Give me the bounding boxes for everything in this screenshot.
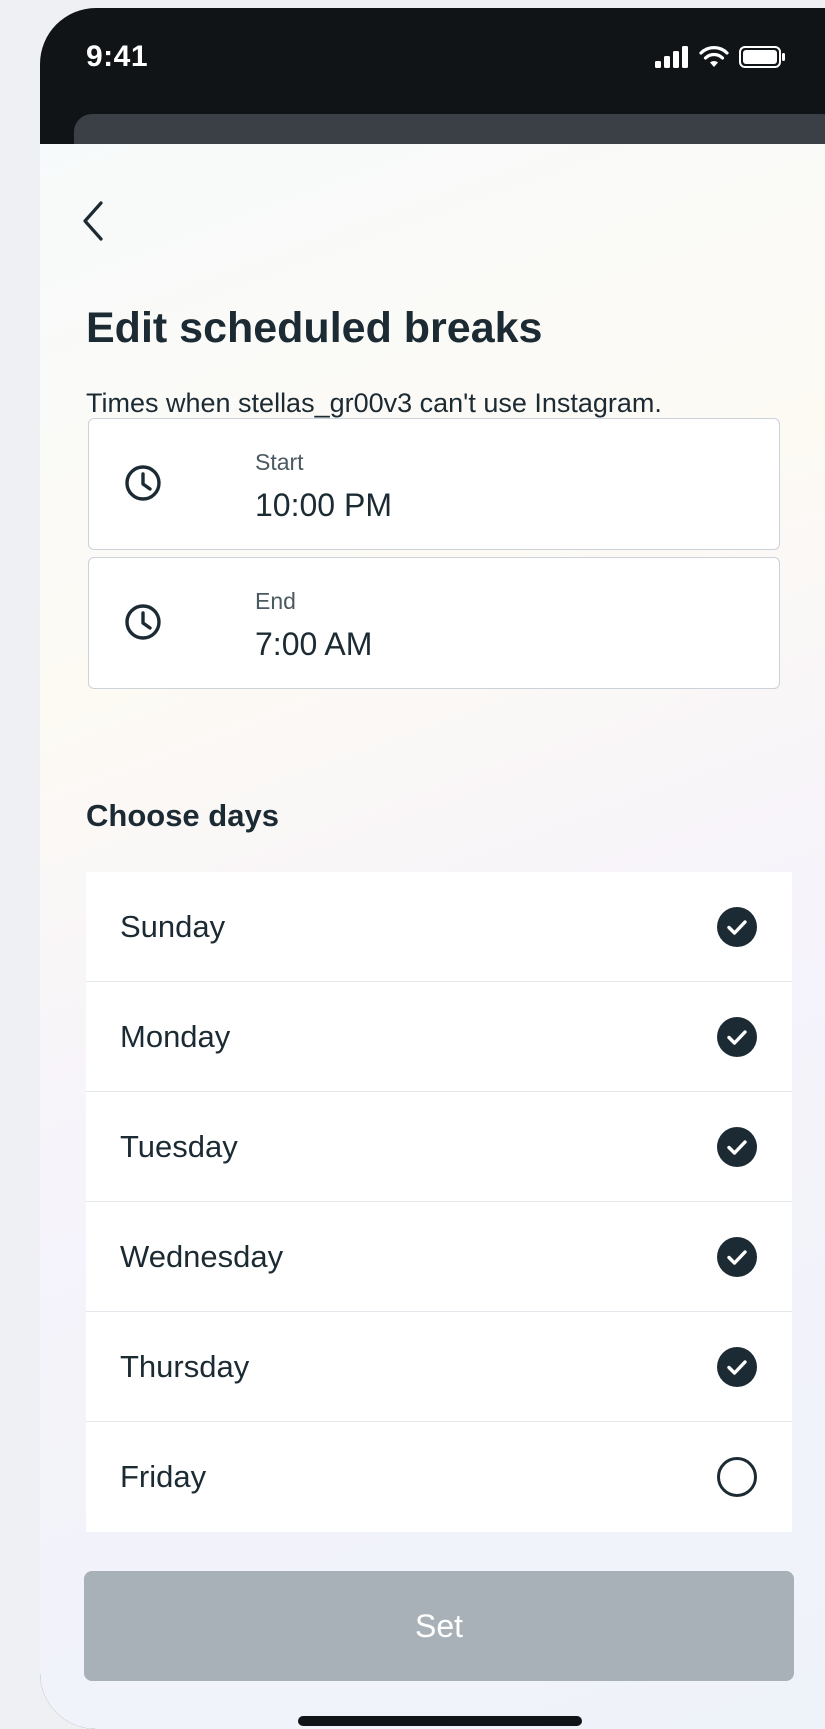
day-label: Tuesday (120, 1128, 238, 1164)
day-row-thursday[interactable]: Thursday (86, 1312, 792, 1422)
status-time: 9:41 (86, 40, 149, 73)
battery-icon (739, 46, 785, 68)
phone-frame: 9:41 Edit scheduled breaks Times when st… (40, 8, 825, 1729)
checkmark-circle-filled-icon[interactable] (716, 1236, 758, 1278)
end-time-value: 7:00 AM (255, 626, 373, 662)
home-indicator (298, 1716, 582, 1726)
end-time-field[interactable]: End 7:00 AM (88, 557, 780, 689)
status-icons (655, 46, 785, 68)
day-row-tuesday[interactable]: Tuesday (86, 1092, 792, 1202)
day-row-friday[interactable]: Friday (86, 1422, 792, 1532)
checkmark-circle-filled-icon[interactable] (716, 1346, 758, 1388)
day-label: Monday (120, 1018, 231, 1054)
checkmark-circle-filled-icon[interactable] (716, 1016, 758, 1058)
day-label: Thursday (120, 1348, 250, 1384)
start-time-field[interactable]: Start 10:00 PM (88, 418, 780, 550)
status-bar: 9:41 (40, 8, 825, 108)
set-button[interactable]: Set (84, 1571, 794, 1681)
day-label: Sunday (120, 908, 226, 944)
day-row-sunday[interactable]: Sunday (86, 872, 792, 982)
day-row-monday[interactable]: Monday (86, 982, 792, 1092)
page-title: Edit scheduled breaks (86, 304, 543, 352)
start-time-label: Start (255, 449, 304, 475)
day-row-wednesday[interactable]: Wednesday (86, 1202, 792, 1312)
days-list: Sunday Monday Tuesday Wednesday Thursday… (86, 872, 792, 1532)
day-label: Friday (120, 1459, 207, 1494)
wifi-icon (699, 46, 729, 67)
start-time-value: 10:00 PM (255, 487, 392, 523)
edit-breaks-sheet: Edit scheduled breaks Times when stellas… (40, 144, 825, 1729)
empty-circle-icon[interactable] (716, 1456, 758, 1498)
end-time-label: End (255, 588, 296, 614)
choose-days-heading: Choose days (86, 798, 279, 833)
chevron-left-icon (83, 201, 103, 241)
signal-icon (655, 46, 688, 68)
page-subtitle: Times when stellas_gr00v3 can't use Inst… (86, 388, 662, 418)
clock-icon (125, 465, 161, 501)
clock-icon (125, 604, 161, 640)
checkmark-circle-filled-icon[interactable] (716, 1126, 758, 1168)
back-button[interactable] (68, 196, 118, 246)
checkmark-circle-filled-icon[interactable] (716, 906, 758, 948)
day-label: Wednesday (120, 1238, 284, 1274)
